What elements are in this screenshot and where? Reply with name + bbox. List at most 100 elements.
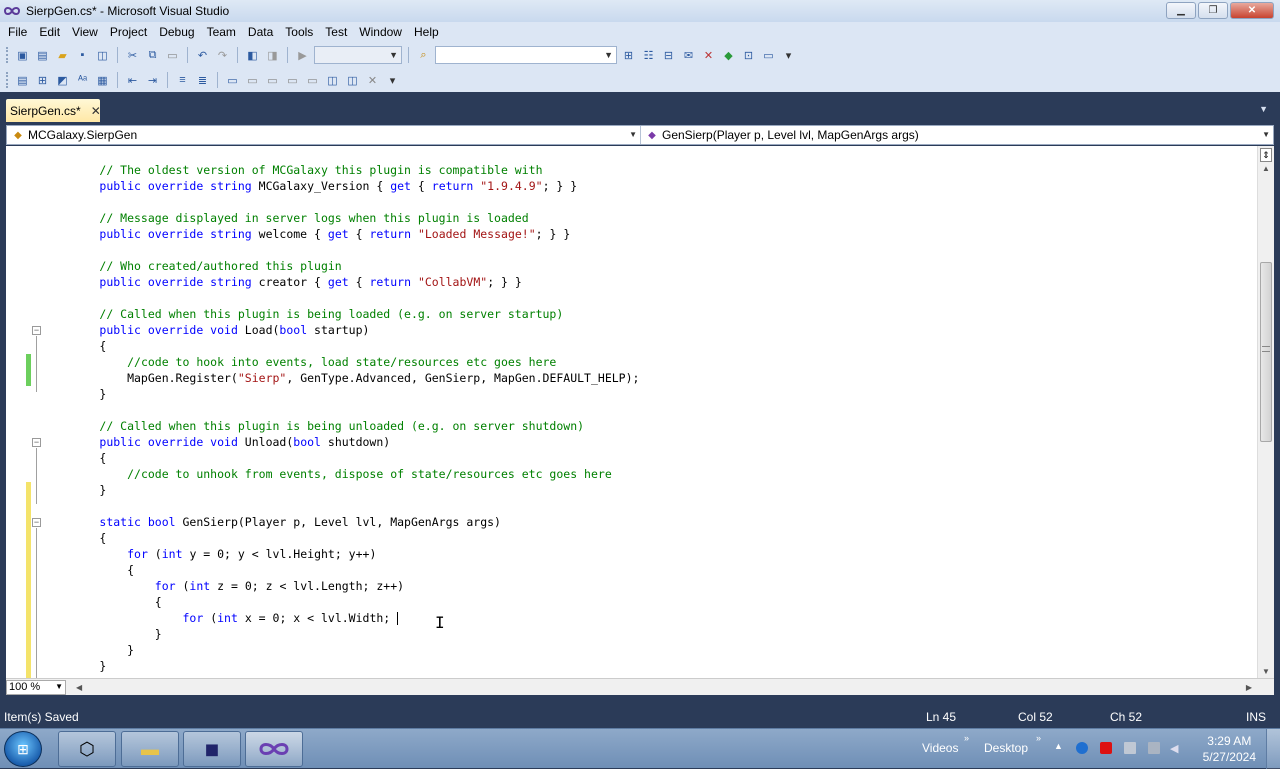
code-line[interactable]: }: [44, 642, 134, 658]
collapse-toggle-load[interactable]: −: [32, 326, 41, 335]
comment-out-icon[interactable]: ≡: [174, 72, 191, 88]
tray-videos-toolbar[interactable]: Videos: [922, 741, 958, 755]
code-line[interactable]: }: [44, 626, 162, 642]
parameter-info-icon[interactable]: ⊞: [34, 72, 51, 88]
next-bookmark-folder-icon[interactable]: ▭: [304, 72, 321, 88]
clock[interactable]: 3:29 AM 5/27/2024: [1203, 733, 1256, 765]
toggle-bookmark-icon[interactable]: ▭: [224, 72, 241, 88]
menu-debug[interactable]: Debug: [153, 25, 200, 39]
start-button[interactable]: ⊞: [4, 731, 42, 767]
collapse-toggle-unload[interactable]: −: [32, 438, 41, 447]
save-all-icon[interactable]: ◫: [94, 47, 111, 63]
code-line[interactable]: public override string welcome { get { r…: [44, 226, 570, 242]
toolbar-options-icon[interactable]: ▾: [384, 72, 401, 88]
command-window-icon[interactable]: ▭: [760, 47, 777, 63]
code-line[interactable]: // The oldest version of MCGalaxy this p…: [44, 162, 542, 178]
navigate-forward-icon[interactable]: ◨: [264, 47, 281, 63]
collapse-toggle-gensierp[interactable]: −: [32, 518, 41, 527]
minimize-button[interactable]: ▁: [1166, 2, 1196, 19]
copy-icon[interactable]: ⧉: [144, 47, 161, 63]
show-hidden-icons-icon[interactable]: ▲: [1054, 741, 1063, 751]
previous-bookmark-document-icon[interactable]: ◫: [324, 72, 341, 88]
scroll-thumb[interactable]: [1260, 262, 1272, 442]
network-icon[interactable]: [1076, 742, 1088, 754]
menu-view[interactable]: View: [66, 25, 104, 39]
start-page-icon[interactable]: ◆: [720, 47, 737, 63]
taskbar-app-1[interactable]: ⬡: [58, 731, 116, 767]
menu-edit[interactable]: Edit: [33, 25, 66, 39]
taskbar-app-3[interactable]: ◼: [183, 731, 241, 767]
word-completion-icon[interactable]: ᴬᵃ: [74, 72, 91, 88]
redo-icon[interactable]: ↷: [214, 47, 231, 63]
display-icon[interactable]: [1148, 742, 1160, 754]
cut-icon[interactable]: ✂: [124, 47, 141, 63]
navigate-backward-icon[interactable]: ◧: [244, 47, 261, 63]
close-button[interactable]: ✕: [1230, 2, 1274, 19]
menu-project[interactable]: Project: [104, 25, 153, 39]
code-line[interactable]: }: [44, 386, 106, 402]
decrease-indent-icon[interactable]: ⇤: [124, 72, 141, 88]
code-line[interactable]: {: [44, 450, 106, 466]
tab-sierpgen-cs[interactable]: SierpGen.cs* ✕: [6, 99, 101, 122]
menu-help[interactable]: Help: [408, 25, 445, 39]
action-center-icon[interactable]: [1124, 742, 1136, 754]
menu-file[interactable]: File: [2, 25, 33, 39]
code-line[interactable]: {: [44, 338, 106, 354]
code-line[interactable]: for (int x = 0; x < lvl.Width;: [44, 610, 399, 626]
code-line[interactable]: for (int z = 0; z < lvl.Length; z++): [44, 578, 404, 594]
code-line[interactable]: }: [44, 658, 106, 674]
solution-explorer-icon[interactable]: ⊞: [620, 47, 637, 63]
add-item-icon[interactable]: ▤: [34, 47, 51, 63]
team-explorer-icon[interactable]: ⊡: [740, 47, 757, 63]
code-line[interactable]: // Message displayed in server logs when…: [44, 210, 528, 226]
clear-bookmarks-icon[interactable]: ✕: [364, 72, 381, 88]
code-line[interactable]: public override string creator { get { r…: [44, 274, 521, 290]
properties-window-icon[interactable]: ☷: [640, 47, 657, 63]
open-file-icon[interactable]: ▰: [54, 47, 71, 63]
paste-icon[interactable]: ▭: [164, 47, 181, 63]
show-desktop-button[interactable]: [1266, 729, 1280, 769]
toolbox-icon[interactable]: ✉: [680, 47, 697, 63]
vertical-scrollbar[interactable]: ⇕ ▲ ▼: [1257, 146, 1274, 678]
zoom-combo[interactable]: 100 % ▼: [6, 679, 66, 695]
scroll-right-icon[interactable]: ▶: [1246, 683, 1252, 692]
solution-configuration-combo[interactable]: ▼: [314, 46, 402, 64]
next-bookmark-document-icon[interactable]: ◫: [344, 72, 361, 88]
toolbar-grip[interactable]: [6, 72, 9, 88]
code-line[interactable]: //code to hook into events, load state/r…: [44, 354, 556, 370]
scroll-up-icon[interactable]: ▲: [1262, 164, 1270, 173]
code-line[interactable]: }: [44, 482, 106, 498]
code-line[interactable]: // Called when this plugin is being load…: [44, 306, 563, 322]
code-line[interactable]: // Who created/authored this plugin: [44, 258, 341, 274]
menu-team[interactable]: Team: [201, 25, 242, 39]
code-line[interactable]: // Called when this plugin is being unlo…: [44, 418, 584, 434]
code-line[interactable]: //code to unhook from events, dispose of…: [44, 466, 612, 482]
undo-icon[interactable]: ↶: [194, 47, 211, 63]
volume-icon[interactable]: ◀: [1170, 742, 1182, 755]
code-line[interactable]: {: [44, 562, 134, 578]
code-line[interactable]: public override void Unload(bool shutdow…: [44, 434, 390, 450]
toolbar-options-icon[interactable]: ▾: [780, 47, 797, 63]
quick-info-icon[interactable]: ◩: [54, 72, 71, 88]
toolbar-grip[interactable]: [6, 47, 9, 63]
code-line[interactable]: {: [44, 530, 106, 546]
active-files-dropdown-icon[interactable]: ▼: [1259, 104, 1268, 114]
find-in-files-icon[interactable]: ⌕: [415, 47, 432, 63]
previous-bookmark-icon[interactable]: ▭: [244, 72, 261, 88]
find-combo[interactable]: ▼: [435, 46, 617, 64]
object-browser-icon[interactable]: ⊟: [660, 47, 677, 63]
member-list-icon[interactable]: ▤: [14, 72, 31, 88]
menu-window[interactable]: Window: [353, 25, 408, 39]
menu-data[interactable]: Data: [242, 25, 279, 39]
members-combo[interactable]: ◆ GenSierp(Player p, Level lvl, MapGenAr…: [641, 126, 1273, 144]
record-icon[interactable]: [1100, 742, 1112, 754]
previous-bookmark-folder-icon[interactable]: ▭: [284, 72, 301, 88]
uncomment-icon[interactable]: ≣: [194, 72, 211, 88]
code-editor[interactable]: − − − // The oldest version of MCGalaxy …: [6, 146, 1274, 678]
taskbar-explorer[interactable]: ▬: [121, 731, 179, 767]
scroll-down-icon[interactable]: ▼: [1262, 667, 1270, 676]
scroll-left-icon[interactable]: ◀: [76, 683, 82, 692]
new-project-icon[interactable]: ▣: [14, 47, 31, 63]
increase-indent-icon[interactable]: ⇥: [144, 72, 161, 88]
tray-desktop-toolbar[interactable]: Desktop: [984, 741, 1028, 755]
